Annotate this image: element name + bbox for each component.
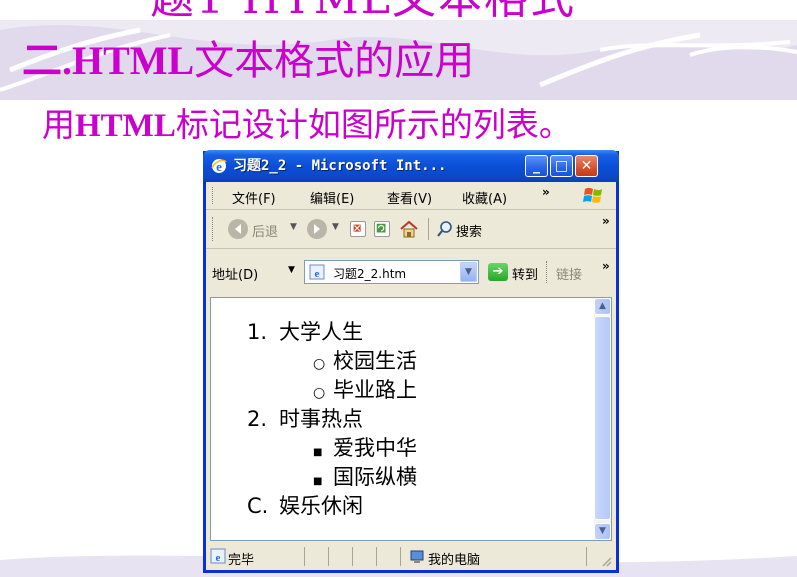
menu-bar: 文件(F) 编辑(E) 查看(V) 收藏(A) » (206, 182, 616, 210)
links-more-chevron[interactable]: » (602, 259, 610, 273)
subtitle-prefix: 用 (42, 105, 75, 144)
menu-file[interactable]: 文件(F) (232, 188, 276, 207)
list-item: 2. 时事热点 (247, 404, 363, 434)
page-content: 1. 大学人生 ○ 校园生活 ○ 毕业路上 2. 时事热点 ■ 爱我中华 ■ 国际纵横 C.… (210, 297, 612, 541)
list-item: 1. 大学人生 (247, 317, 363, 347)
go-arrow-icon[interactable]: ➔ (488, 263, 508, 281)
scroll-thumb[interactable] (594, 316, 611, 520)
back-arrow-icon[interactable] (228, 219, 248, 239)
resize-grip-icon[interactable] (600, 555, 612, 567)
address-field[interactable]: e 习题2_2.htm ▼ (304, 260, 479, 284)
home-icon[interactable] (398, 219, 420, 239)
list-marker: C. (247, 494, 269, 518)
menu-view[interactable]: 查看(V) (387, 188, 432, 207)
standard-toolbar: 后退 ▼ ▼ 搜索 » (206, 210, 616, 249)
status-separator (400, 547, 401, 566)
forward-dropdown-arrow-icon[interactable]: ▼ (332, 222, 339, 232)
my-computer-icon (410, 550, 424, 563)
address-label-dropdown-icon[interactable]: ▼ (288, 265, 295, 275)
search-icon[interactable] (436, 220, 454, 238)
search-button-label[interactable]: 搜索 (456, 221, 482, 240)
svg-text:e: e (315, 268, 320, 280)
list-item-text: 娱乐休闲 (279, 494, 363, 518)
document-body: 1. 大学人生 ○ 校园生活 ○ 毕业路上 2. 时事热点 ■ 爱我中华 ■ 国际纵横 C.… (211, 298, 595, 540)
list-item-text: 校园生活 (333, 349, 417, 373)
menu-more-chevron[interactable]: » (542, 185, 550, 199)
window-titlebar[interactable]: e 习题2_2 - Microsoft Int... _ □ ✕ (203, 150, 619, 182)
scroll-up-icon[interactable]: ▲ (594, 298, 611, 315)
status-separator (376, 547, 377, 566)
menu-favorites[interactable]: 收藏(A) (462, 188, 507, 207)
subtitle-text: 标记设计如图所示的列表。 (175, 105, 572, 144)
back-dropdown-arrow-icon[interactable]: ▼ (290, 222, 297, 232)
status-text: 完毕 (228, 553, 255, 568)
address-dropdown-icon[interactable]: ▼ (460, 262, 477, 282)
address-bar: 地址(D) ▼ e 习题2_2.htm ▼ ➔ 转到 链接 » (206, 249, 616, 295)
heading-number: 二. (22, 38, 72, 83)
list-item-text: 国际纵横 (333, 465, 417, 489)
back-button-label[interactable]: 后退 (252, 221, 278, 240)
subtitle-html-word: HTML (75, 108, 176, 144)
window-title: 习题2_2 - Microsoft Int... (233, 158, 447, 174)
status-separator (304, 547, 305, 566)
ie-page-icon: e (210, 548, 226, 564)
status-zone: 我的电脑 (428, 553, 481, 568)
menu-edit[interactable]: 编辑(E) (310, 188, 354, 207)
status-separator (586, 547, 587, 566)
address-label: 地址(D) (212, 268, 259, 283)
ie-logo-icon: e (211, 159, 227, 174)
list-item-text: 大学人生 (279, 320, 363, 344)
list-marker: 1. (247, 320, 268, 344)
windows-logo-icon (583, 187, 602, 203)
toolbar-separator (428, 218, 429, 240)
list-item: C. 娱乐休闲 (247, 491, 363, 521)
list-item-text: 毕业路上 (333, 378, 417, 402)
list-item-text: 爱我中华 (333, 436, 417, 460)
toolbar-grip[interactable] (212, 217, 215, 241)
slide-subtitle: 用HTML标记设计如图所示的列表。 (42, 104, 572, 147)
vertical-scrollbar[interactable]: ▲ ▼ (594, 298, 611, 540)
list-item-text: 时事热点 (279, 407, 363, 431)
status-separator (328, 547, 329, 566)
heading-html-word: HTML (72, 38, 195, 83)
slide-top-title: 题1 HTML文本格式 (150, 0, 576, 26)
address-value: 习题2_2.htm (333, 267, 407, 281)
toolbar-more-chevron[interactable]: » (602, 214, 610, 228)
maximize-button[interactable]: □ (550, 155, 573, 177)
minimize-button[interactable]: _ (525, 155, 548, 177)
status-separator (352, 547, 353, 566)
forward-arrow-icon[interactable] (307, 219, 327, 239)
scroll-down-icon[interactable]: ▼ (594, 523, 611, 540)
refresh-icon[interactable] (374, 221, 390, 237)
slide-heading: 二.HTML文本格式的应用 (22, 36, 474, 86)
stop-icon[interactable] (350, 221, 366, 237)
page-icon: e (309, 264, 325, 280)
heading-text: 文本格式的应用 (194, 38, 475, 84)
links-label[interactable]: 链接 (556, 264, 582, 283)
status-bar: e 完毕 我的电脑 (206, 543, 616, 570)
list-marker: 2. (247, 407, 268, 431)
links-grip[interactable] (546, 261, 549, 283)
close-button[interactable]: ✕ (575, 155, 598, 177)
go-button-label[interactable]: 转到 (512, 264, 538, 283)
menubar-grip[interactable] (212, 187, 215, 204)
svg-text:e: e (216, 552, 221, 564)
browser-window: e 习题2_2 - Microsoft Int... _ □ ✕ 文件(F) 编… (203, 150, 619, 573)
